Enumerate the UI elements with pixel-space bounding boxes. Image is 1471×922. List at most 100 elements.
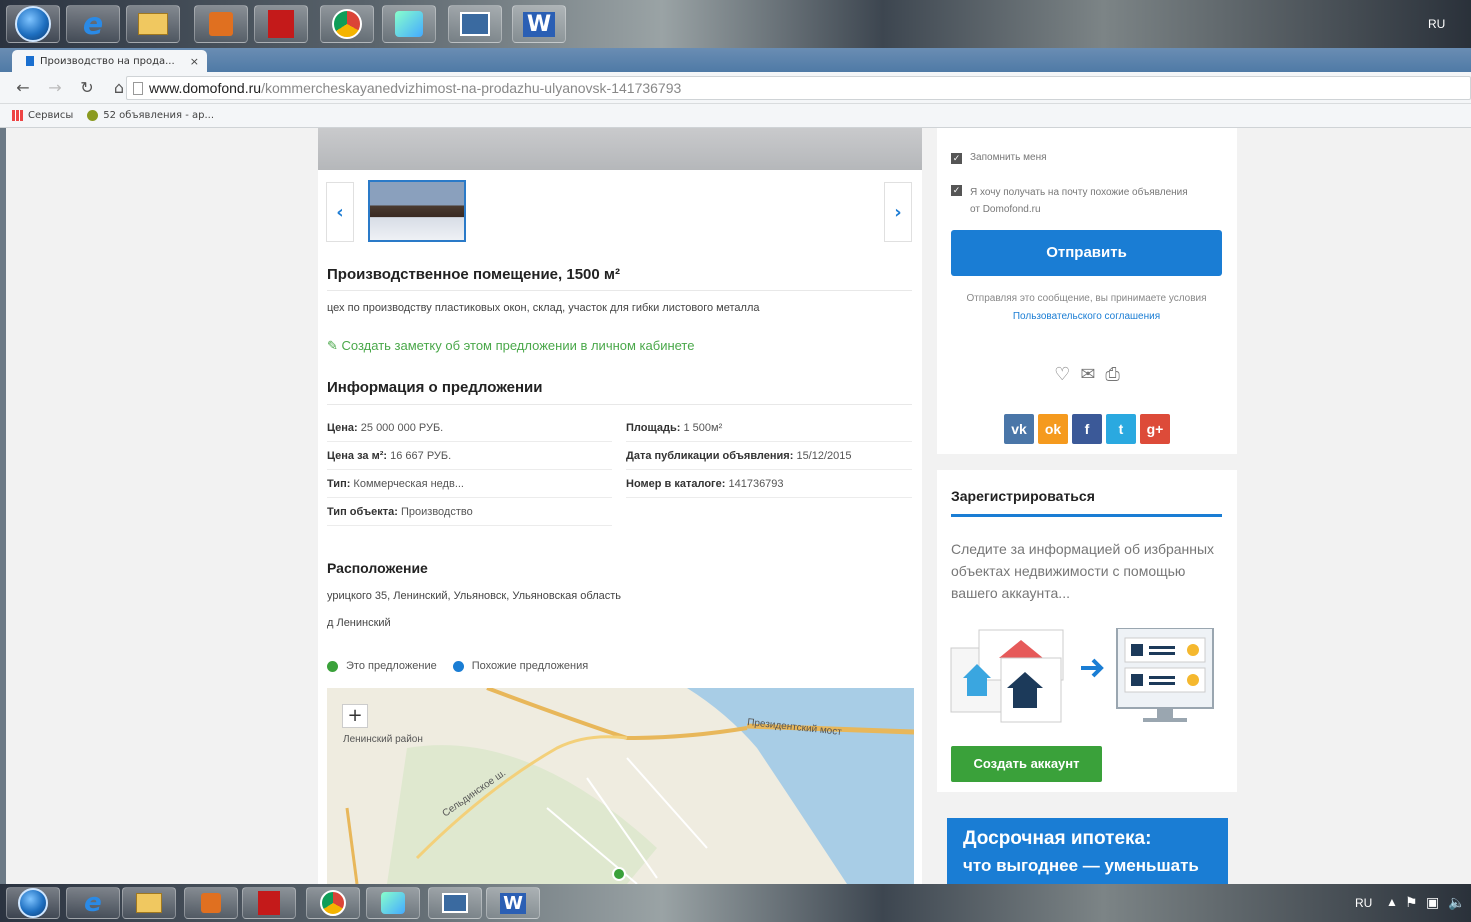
tray-up-arrow-icon[interactable]: ▲ (1386, 895, 1398, 909)
googleplus-share-icon[interactable]: g+ (1140, 414, 1170, 444)
word-taskbar-button[interactable]: W (486, 887, 540, 919)
info-type: Тип: Коммерческая недв... (327, 470, 612, 498)
network-icon[interactable]: ▣ (1426, 894, 1439, 911)
send-button[interactable]: Отправить (951, 230, 1222, 276)
mail-icon[interactable]: ✉ (1080, 364, 1095, 385)
ie-taskbar-button[interactable]: e (66, 5, 120, 43)
photo-thumbnail[interactable] (368, 180, 466, 242)
chrome-taskbar-button[interactable] (306, 887, 360, 919)
address-bar[interactable]: www.domofond.ru/kommercheskayanedvizhimo… (126, 76, 1471, 100)
explorer-taskbar-button[interactable] (126, 5, 180, 43)
twitter-share-icon[interactable]: t (1106, 414, 1136, 444)
register-card: Зарегистрироваться Следите за информацие… (937, 470, 1237, 792)
browser-toolbar: ← → ↻ ⌂ www.domofond.ru/kommercheskayane… (0, 72, 1471, 104)
action-icons: ♡ ✉ ⎙ (937, 364, 1237, 385)
word-taskbar-button[interactable]: W (512, 5, 566, 43)
map-label-district: Ленинский район (343, 734, 423, 745)
folder-icon (136, 893, 162, 913)
word-icon: W (522, 11, 556, 37)
facebook-share-icon[interactable]: f (1072, 414, 1102, 444)
pdf-icon (268, 10, 294, 38)
browser-tab[interactable]: Производство на прода... × (12, 50, 207, 72)
media-player-icon (201, 893, 221, 913)
explorer-taskbar-button[interactable] (122, 887, 176, 919)
similar-offer-dot-icon (452, 660, 464, 672)
checkbox-checked-icon: ✓ (951, 153, 962, 164)
forward-arrow-icon[interactable]: → (46, 78, 64, 97)
start-button[interactable] (6, 887, 60, 919)
chevron-right-icon: › (894, 201, 902, 223)
this-offer-dot-icon (327, 660, 338, 672)
media-taskbar-button[interactable] (194, 5, 248, 43)
remember-me-label: Запомнить меня (970, 152, 1047, 163)
volume-icon[interactable]: 🔈 (1448, 894, 1465, 911)
language-indicator[interactable]: RU (1355, 896, 1372, 910)
info-price-per-sqm: Цена за м²: 16 667 РУБ. (327, 442, 612, 470)
chrome-icon (320, 890, 346, 916)
register-text: Следите за информацией об избранных объе… (951, 541, 1215, 601)
info-object-type: Тип объекта: Производство (327, 498, 612, 526)
account-illustration (950, 628, 1214, 723)
bookmark-apps[interactable]: Сервисы (12, 110, 73, 121)
desktop-edge (0, 128, 6, 884)
location-district: д Ленинский (327, 617, 391, 629)
windows-orb-icon (15, 6, 51, 42)
ie-icon: e (82, 6, 104, 42)
photo-viewer-icon (442, 893, 468, 913)
mortgage-promo-banner[interactable]: Досрочная ипотека: что выгоднее — уменьш… (947, 818, 1228, 884)
register-underline (951, 514, 1222, 517)
remember-me-checkbox[interactable]: ✓ Запомнить меня (951, 152, 1047, 164)
create-note-label: Создать заметку об этом предложении в ли… (341, 338, 695, 353)
flag-icon[interactable]: ⚑ (1405, 894, 1418, 911)
ie-taskbar-button[interactable]: e (66, 887, 120, 919)
location-map[interactable]: + Ленинский район Президентский мост Сел… (327, 688, 914, 884)
pdf-taskbar-button[interactable] (242, 887, 296, 919)
vk-share-icon[interactable]: vk (1004, 414, 1034, 444)
carousel-prev-button[interactable]: ‹ (326, 182, 354, 242)
bookmark-listings[interactable]: 52 объявления - ар... (87, 110, 214, 121)
subscribe-checkbox[interactable]: ✓ Я хочу получать на почту похожие объяв… (951, 184, 1191, 218)
main-photo (318, 128, 922, 170)
register-title: Зарегистрироваться (951, 488, 1095, 504)
bookmark-listings-label: 52 объявления - ар... (103, 110, 215, 121)
pdf-taskbar-button[interactable] (254, 5, 308, 43)
dislike-icon[interactable]: ♡ (1054, 364, 1070, 385)
divider (327, 290, 912, 291)
info-publication-date: Дата публикации объявления: 15/12/2015 (626, 442, 912, 470)
print-icon[interactable]: ⎙ (1105, 364, 1119, 385)
carousel-next-button[interactable]: › (884, 182, 912, 242)
chrome-taskbar-button[interactable] (320, 5, 374, 43)
subscribe-label: Я хочу получать на почту похожие объявле… (970, 187, 1188, 215)
url-domain: www.domofond.ru (149, 80, 262, 96)
word-icon: W (500, 892, 526, 914)
paint-icon (381, 892, 405, 914)
create-note-link[interactable]: ✎ Создать заметку об этом предложении в … (327, 338, 694, 354)
reload-icon[interactable]: ↻ (78, 78, 96, 97)
back-arrow-icon[interactable]: ← (14, 78, 32, 97)
listing-title: Производственное помещение, 1500 м² (327, 266, 620, 283)
bookmark-favicon-icon (26, 56, 34, 66)
bookmarks-bar: Сервисы 52 объявления - ар... (0, 104, 1471, 128)
legend-similar: Похожие предложения (471, 660, 589, 672)
info-price: Цена: 25 000 000 РУБ. (327, 414, 612, 442)
map-legend: Это предложение Похожие предложения (327, 660, 588, 672)
photos-taskbar-button[interactable] (428, 887, 482, 919)
media-taskbar-button[interactable] (184, 887, 238, 919)
map-zoom-in-button[interactable]: + (342, 704, 368, 728)
photos-taskbar-button[interactable] (448, 5, 502, 43)
bookmark-apps-label: Сервисы (28, 110, 74, 121)
terms-link[interactable]: Пользовательского соглашения (1013, 311, 1160, 322)
language-indicator[interactable]: RU (1428, 17, 1445, 31)
chrome-icon (332, 9, 362, 39)
info-area: Площадь: 1 500м² (626, 414, 912, 442)
tab-close-icon[interactable]: × (190, 55, 199, 68)
create-account-button[interactable]: Создать аккаунт (951, 746, 1102, 782)
ok-share-icon[interactable]: ok (1038, 414, 1068, 444)
paint-taskbar-button[interactable] (382, 5, 436, 43)
start-button[interactable] (6, 5, 60, 43)
taskbar-bottom: e W RU ▲ ⚑ ▣ 🔈 (0, 884, 1471, 922)
chevron-left-icon: ‹ (336, 201, 344, 223)
map-tiles (327, 688, 914, 884)
paint-taskbar-button[interactable] (366, 887, 420, 919)
media-player-icon (209, 12, 233, 36)
